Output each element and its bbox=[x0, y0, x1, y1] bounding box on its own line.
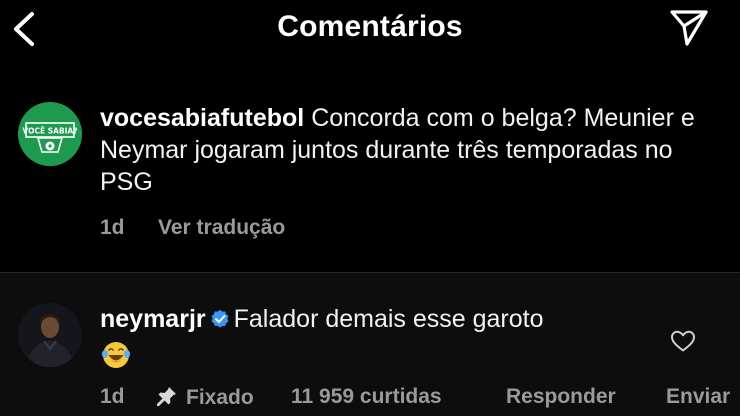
pinned-comment: neymarjr Falador demais esse garoto 1d F… bbox=[0, 273, 740, 416]
comment-text: neymarjr Falador demais esse garoto bbox=[100, 303, 660, 379]
post-caption: VOCÊ SABIA? vocesabiafutebol Concorda co… bbox=[0, 82, 740, 272]
reply-button[interactable]: Responder bbox=[506, 385, 616, 409]
pinned-indicator: Fixado bbox=[156, 385, 254, 410]
verified-badge-icon bbox=[211, 309, 229, 328]
likes-count[interactable]: 11 959 curtidas bbox=[291, 385, 442, 409]
laughing-tears-emoji-icon bbox=[102, 342, 130, 368]
comment-username[interactable]: neymarjr bbox=[100, 305, 206, 333]
header-bar: Comentários bbox=[0, 0, 740, 70]
comment-timestamp: 1d bbox=[100, 385, 125, 408]
translate-link[interactable]: Ver tradução bbox=[158, 216, 285, 240]
paper-plane-icon[interactable] bbox=[668, 7, 710, 49]
pinned-label: Fixado bbox=[186, 386, 254, 409]
comment-body: Falador demais esse garoto bbox=[233, 305, 544, 333]
avatar-vocesabiafutebol[interactable]: VOCÊ SABIA? bbox=[18, 102, 82, 166]
brand-logo-icon: VOCÊ SABIA? bbox=[18, 102, 82, 166]
post-timestamp: 1d bbox=[100, 216, 125, 239]
avatar-neymarjr[interactable] bbox=[18, 303, 82, 367]
send-button[interactable]: Enviar bbox=[666, 385, 730, 409]
caption-text: vocesabiafutebol Concorda com o belga? M… bbox=[100, 102, 720, 198]
pin-icon bbox=[157, 387, 176, 406]
brand-logo-text: VOCÊ SABIA? bbox=[22, 127, 77, 136]
page-title: Comentários bbox=[277, 10, 463, 43]
like-heart-icon[interactable] bbox=[670, 329, 696, 353]
post-username[interactable]: vocesabiafutebol bbox=[100, 104, 304, 132]
profile-photo-icon bbox=[18, 303, 82, 367]
